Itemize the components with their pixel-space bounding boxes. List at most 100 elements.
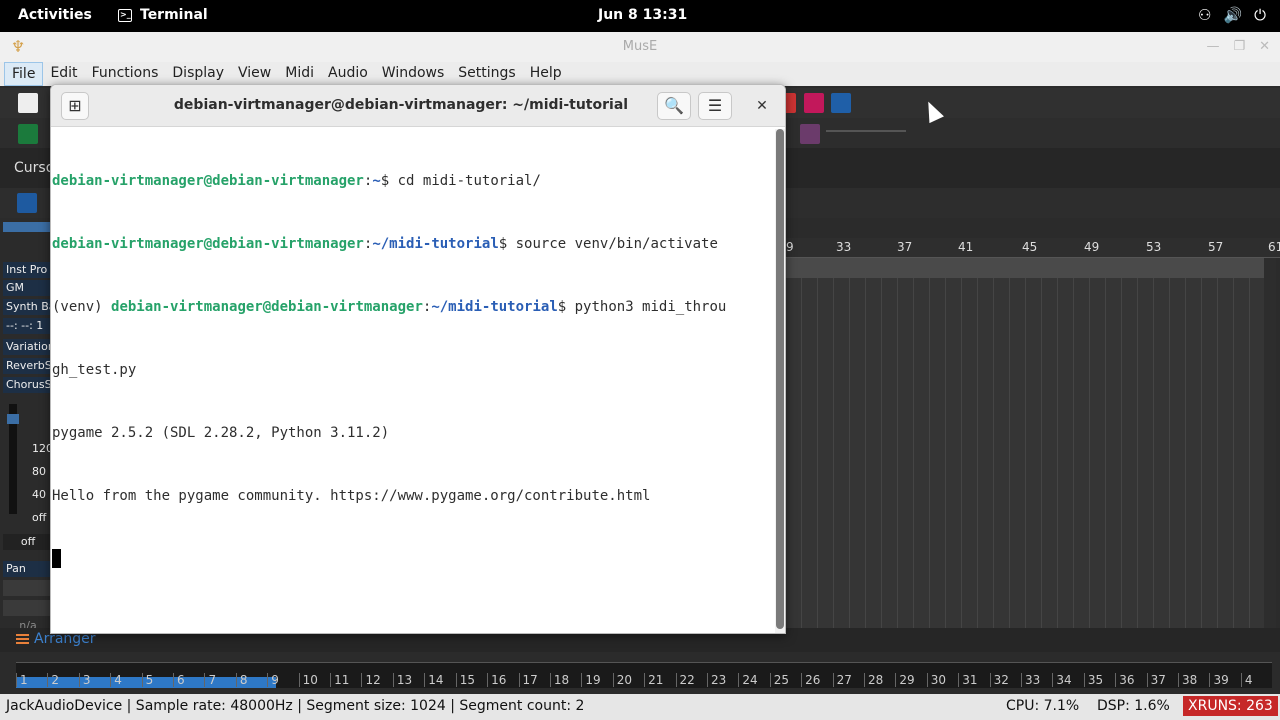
- dsp-usage: DSP: 1.6%: [1097, 698, 1170, 714]
- terminal-line: gh_test.py: [52, 362, 137, 378]
- ruler-tick: 41: [958, 240, 974, 254]
- menu-settings[interactable]: Settings: [451, 62, 522, 86]
- network-icon[interactable]: ⚇: [1198, 6, 1211, 24]
- timeline-numbers: 1 2 3 4 5 6 7 8 9 10 11 12 13 14 15 16 17 18 19 20 21 22 23 24 2…: [16, 673, 1272, 687]
- timeline-number: 33: [1021, 673, 1052, 687]
- vol-off: off: [32, 511, 47, 524]
- terminal-scrollbar[interactable]: [775, 129, 785, 633]
- clock[interactable]: Jun 8 13:31: [598, 7, 687, 23]
- timeline-number: 8: [235, 673, 267, 687]
- plus-icon[interactable]: [800, 124, 820, 144]
- timeline-number: 13: [392, 673, 424, 687]
- metronome-icon[interactable]: [18, 124, 38, 144]
- off-button[interactable]: off: [3, 534, 50, 550]
- track-strip: Inst Pro GM Synth Ba --: --: 1 Variation…: [0, 222, 53, 632]
- terminal-output[interactable]: debian-virtmanager@debian-virtmanager:~$…: [51, 129, 773, 633]
- text-cursor: [52, 549, 61, 568]
- timeline-number: 15: [455, 673, 487, 687]
- terminal-cursor-line: [52, 549, 773, 570]
- volume-slider[interactable]: [7, 404, 19, 514]
- timeline-number: 5: [141, 673, 173, 687]
- menu-display[interactable]: Display: [165, 62, 231, 86]
- app-menu-terminal[interactable]: >_ Terminal: [118, 7, 208, 23]
- terminal-line: pygame 2.5.2 (SDL 2.28.2, Python 3.11.2): [52, 425, 390, 441]
- muse-titlebar: ♆ MusE — ❐ ✕: [0, 32, 1280, 62]
- menu-audio[interactable]: Audio: [321, 62, 375, 86]
- chorus-label[interactable]: ChorusS: [3, 377, 50, 393]
- arranger-vscroll[interactable]: [1264, 258, 1276, 636]
- tempo-slider[interactable]: [826, 130, 906, 132]
- ruler-tick: 61: [1268, 240, 1280, 254]
- toolbar-icon-b[interactable]: [831, 93, 851, 113]
- reverb-label[interactable]: ReverbS: [3, 358, 50, 374]
- desktop: Activities >_ Terminal Jun 8 13:31 ⚇ 🔊 ⏻…: [0, 0, 1280, 720]
- app-name: Terminal: [140, 7, 208, 23]
- search-button[interactable]: 🔍: [657, 92, 691, 120]
- minimize-icon[interactable]: —: [1206, 32, 1219, 62]
- ruler-tick: 53: [1146, 240, 1162, 254]
- timeline-number: 11: [330, 673, 361, 687]
- terminal-window: ⊞ debian-virtmanager@debian-virtmanager:…: [50, 84, 786, 634]
- ruler-tick: 49: [1084, 240, 1100, 254]
- timeline-number: 37: [1146, 673, 1178, 687]
- close-button[interactable]: ✕: [751, 95, 773, 117]
- bottom-timeline[interactable]: 1 2 3 4 5 6 7 8 9 10 11 12 13 14 15 16 17 18 19 20 21 22 23 24 2…: [16, 662, 1272, 688]
- strip-buttons[interactable]: [3, 244, 50, 260]
- synth-label: Synth Ba: [3, 299, 50, 315]
- timeline-number: 14: [424, 673, 455, 687]
- pan-label[interactable]: Pan: [3, 561, 50, 577]
- strip-control-2[interactable]: [3, 600, 50, 616]
- close-icon[interactable]: ✕: [1259, 32, 1270, 62]
- timeline-number: 35: [1083, 673, 1115, 687]
- inst-tab[interactable]: Inst Pro: [3, 262, 50, 278]
- timeline-number: 23: [706, 673, 738, 687]
- timeline-number: 24: [738, 673, 769, 687]
- track-row[interactable]: [786, 258, 1264, 278]
- terminal-line: debian-virtmanager@debian-virtmanager:~/…: [52, 236, 718, 252]
- terminal-line: (venv) debian-virtmanager@debian-virtman…: [52, 299, 727, 315]
- system-tray[interactable]: ⚇ 🔊 ⏻: [1198, 6, 1266, 24]
- pointer-tool-icon[interactable]: [17, 193, 37, 213]
- menu-windows[interactable]: Windows: [375, 62, 452, 86]
- menu-edit[interactable]: Edit: [43, 62, 84, 86]
- volume-knob[interactable]: [7, 414, 19, 424]
- menu-functions[interactable]: Functions: [85, 62, 166, 86]
- new-file-icon[interactable]: [18, 93, 38, 113]
- activities-button[interactable]: Activities: [18, 7, 92, 23]
- timeline-number: 19: [581, 673, 612, 687]
- volume-icon[interactable]: 🔊: [1223, 6, 1242, 24]
- menu-view[interactable]: View: [231, 62, 278, 86]
- menu-help[interactable]: Help: [523, 62, 569, 86]
- ruler-tick: 37: [897, 240, 913, 254]
- close-icon: ✕: [756, 98, 768, 114]
- ruler-tick: 33: [836, 240, 852, 254]
- cpu-usage: CPU: 7.1%: [1006, 698, 1080, 714]
- timeline-number: 18: [549, 673, 581, 687]
- menu-file[interactable]: File: [4, 62, 44, 86]
- timeline-number: 16: [487, 673, 518, 687]
- ruler-tick: 9: [786, 240, 794, 254]
- terminal-headerbar: ⊞ debian-virtmanager@debian-virtmanager:…: [51, 85, 785, 127]
- timeline-number: 34: [1052, 673, 1083, 687]
- timeline-number: 1: [16, 673, 47, 687]
- timeline-number: 28: [863, 673, 895, 687]
- arranger-canvas[interactable]: [786, 258, 1264, 636]
- strip-control-1[interactable]: [3, 580, 50, 596]
- timeline-number: 4: [1240, 673, 1272, 687]
- timeline-number: 20: [612, 673, 644, 687]
- menu-midi[interactable]: Midi: [278, 62, 321, 86]
- menu-button[interactable]: ☰: [698, 92, 732, 120]
- arranger-ruler[interactable]: 9 33 37 41 45 49 53 57 61: [786, 238, 1280, 258]
- window-controls: — ❐ ✕: [1206, 32, 1270, 62]
- vol-80: 80: [32, 465, 46, 478]
- toolbar-icon-a[interactable]: [804, 93, 824, 113]
- variation-label[interactable]: Variation: [3, 339, 50, 355]
- new-tab-button[interactable]: ⊞: [61, 92, 89, 120]
- power-icon[interactable]: ⏻: [1254, 6, 1266, 24]
- terminal-title: debian-virtmanager@debian-virtmanager: ~…: [173, 97, 629, 113]
- timeline-number: 2: [47, 673, 78, 687]
- timeline-number: 17: [518, 673, 550, 687]
- maximize-icon[interactable]: ❐: [1233, 32, 1245, 62]
- timeline-number: 30: [926, 673, 958, 687]
- scrollbar-thumb[interactable]: [776, 129, 784, 629]
